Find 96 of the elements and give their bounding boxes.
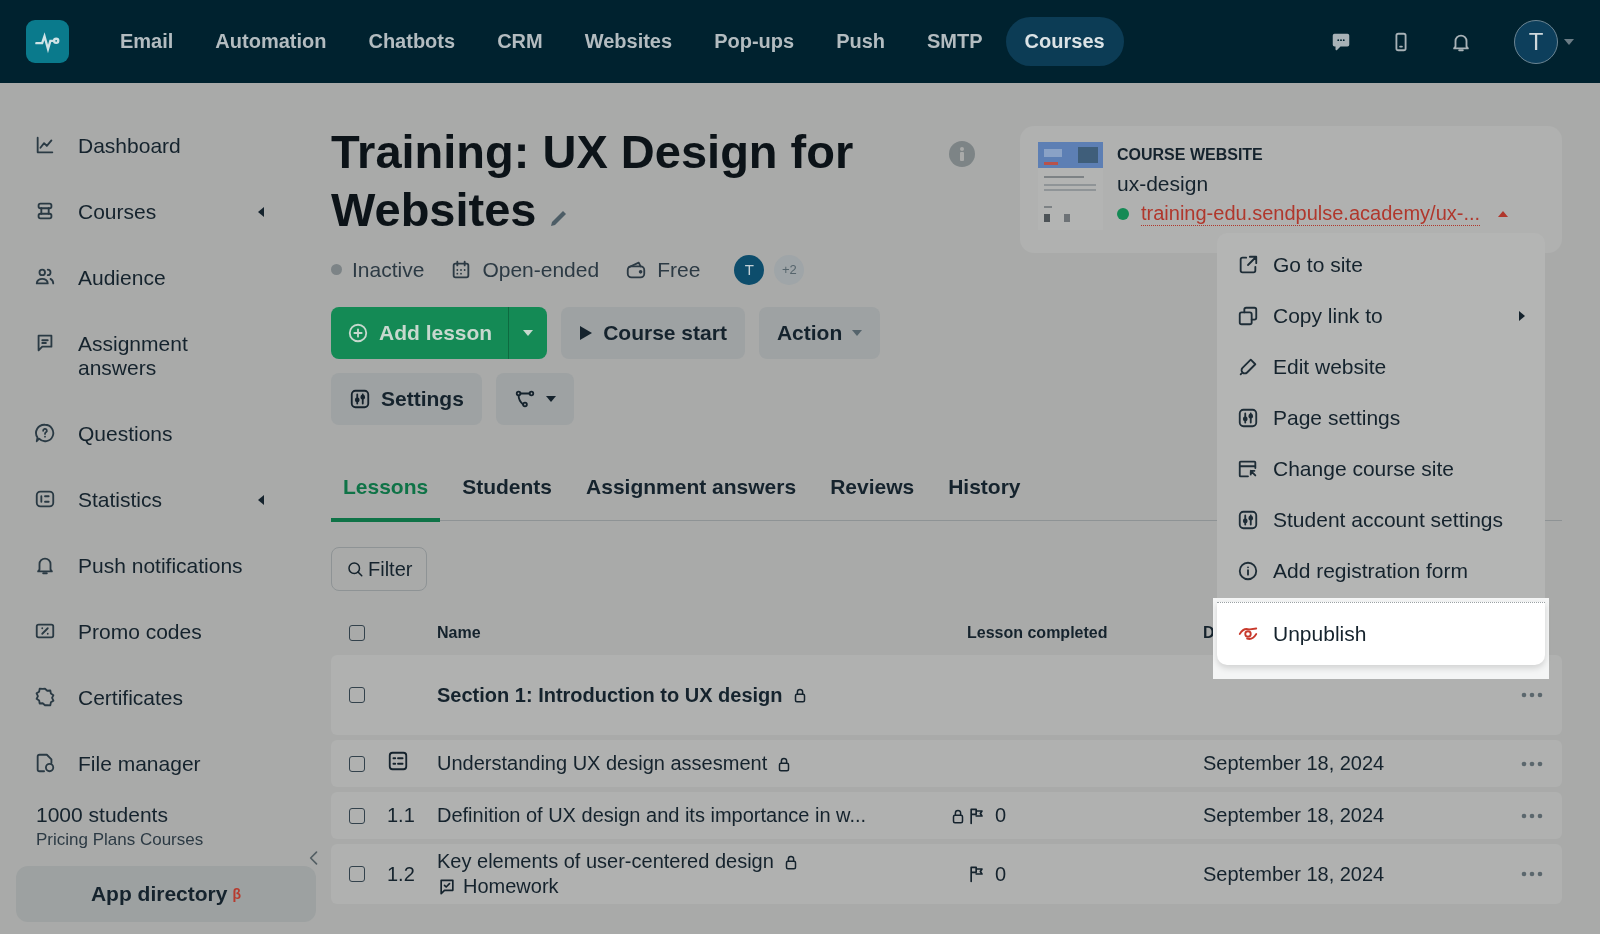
date-cell-text: September 18, 2024 [1203,752,1386,776]
lesson-title: Key elements of user-centered design [437,850,774,874]
section-title: Section 1: Introduction to UX design [437,683,783,707]
more-options-icon[interactable] [1521,760,1543,767]
status-text: Inactive [352,257,425,282]
sidebar-item[interactable]: Courses [16,179,314,245]
sidebar-item[interactable]: File manager [16,731,314,797]
lesson-title: Definition of UX design and its importance in w... [437,804,867,828]
menu-item[interactable]: Edit website [1217,341,1545,392]
member-avatar[interactable]: T [734,254,765,285]
add-lesson-dropdown-button[interactable] [508,306,548,359]
tab[interactable]: Reviews [818,464,927,522]
nav-tab[interactable]: Push [817,17,905,66]
nav-icon [34,134,56,156]
caret-icon [1564,38,1574,45]
checkbox[interactable] [349,687,365,704]
user-avatar[interactable]: T [1514,19,1558,64]
nav-icon [34,686,56,708]
lesson-row[interactable]: 1.2 Key elements of user-centered design Homework 0 September 18, 2024 [331,844,1562,905]
caret-icon [545,395,556,402]
date-cell-text: September 18, 2024 [1203,804,1386,828]
checkbox[interactable] [349,625,365,642]
nav-tab[interactable]: Websites [565,17,692,66]
nav-tab[interactable]: Pop-ups [695,17,814,66]
nav-icon [34,422,56,444]
menu-item[interactable]: Student account settings [1217,494,1545,545]
completed-count: 0 [995,804,1007,828]
plan-title: 1000 students [36,803,169,827]
filter-button[interactable]: Filter [331,547,428,592]
sidebar-item[interactable]: Certificates [16,665,314,731]
section-heading: COURSE WEBSITE [1117,146,1264,164]
menu-item[interactable]: Copy link to [1217,290,1545,341]
settings-button[interactable]: Settings [331,372,482,425]
sidebar-item[interactable]: Assignment answers [16,311,314,401]
lesson-number: 1.2 [387,862,416,886]
section-row[interactable]: Section 1: Introduction to UX design [331,655,1562,736]
sidebar-item[interactable]: Push notifications [16,533,314,599]
info-icon [1237,559,1259,582]
sidebar-item[interactable]: Promo codes [16,599,314,665]
menu-item[interactable]: Go to site [1217,239,1545,290]
nav-tab[interactable]: SMTP [908,17,1002,66]
sliders-icon [349,387,371,410]
sidebar-item[interactable]: Statistics [16,467,314,533]
menu-item[interactable]: Change course site [1217,443,1545,494]
caret-icon[interactable] [1498,211,1509,217]
nav-icon [34,752,56,774]
tab[interactable]: Students [450,464,565,522]
duration-text: Open-ended [482,257,600,282]
sliders-icon [1237,406,1259,429]
copy-icon [1237,304,1259,327]
nav-tab[interactable]: Email [101,17,193,66]
nav-tab[interactable]: Chatbots [349,17,475,66]
lesson-row[interactable]: Understanding UX design assesment September 18, 2024 [331,740,1562,788]
tab[interactable]: Assignment answers [574,464,809,522]
more-options-icon[interactable] [1521,812,1543,819]
lesson-row[interactable]: 1.1 Definition of UX design and its importance in w... 0 September 18, 2024 [331,792,1562,840]
more-options-icon[interactable] [1521,871,1543,878]
nav-tab[interactable]: Courses [1005,17,1124,66]
date-cell-text: September 18, 2024 [1203,862,1386,886]
tab[interactable]: History [936,464,1033,522]
plus-circle-icon [347,321,369,344]
nav-icon [34,488,56,510]
column-header: Name [437,624,481,643]
price-text: Free [657,257,701,282]
action-button[interactable]: Action [758,306,881,359]
plan-subtitle: Pricing Plans Courses [36,830,205,850]
sliders-icon [1237,508,1259,531]
sidebar-item[interactable]: Audience [16,245,314,311]
lesson-number: 1.1 [387,804,416,828]
more-options-icon[interactable] [1521,692,1543,699]
flow-button[interactable] [495,372,574,425]
checkbox[interactable] [349,866,365,883]
external-link-icon [1237,253,1259,276]
course-start-button[interactable]: Course start [561,306,745,359]
menu-item[interactable]: Unpublish [1217,602,1545,665]
caret-icon [852,329,863,336]
sidebar-item[interactable]: Dashboard [16,113,314,179]
site-name: ux-design [1117,172,1210,196]
column-header: Lesson completed [967,624,1108,643]
menu-item[interactable]: Page settings [1217,392,1545,443]
checkbox[interactable] [349,755,365,772]
menu-item[interactable]: Add registration form [1217,545,1545,596]
homework-label: Homework [463,875,559,899]
sidebar-item[interactable]: Questions [16,401,314,467]
completed-count: 0 [995,862,1007,886]
lesson-title: Understanding UX design assesment [437,752,768,776]
nav-tab[interactable]: CRM [478,17,562,66]
logo-icon[interactable] [26,20,69,63]
search-icon [346,560,364,579]
checklist-icon [387,750,409,773]
play-icon [579,324,594,341]
course-title: Training: UX Design for Websites [331,123,921,243]
nav-tab[interactable]: Automation [196,17,346,66]
checkbox[interactable] [349,807,365,824]
caret-icon [523,329,534,336]
info-icon[interactable] [949,141,975,167]
